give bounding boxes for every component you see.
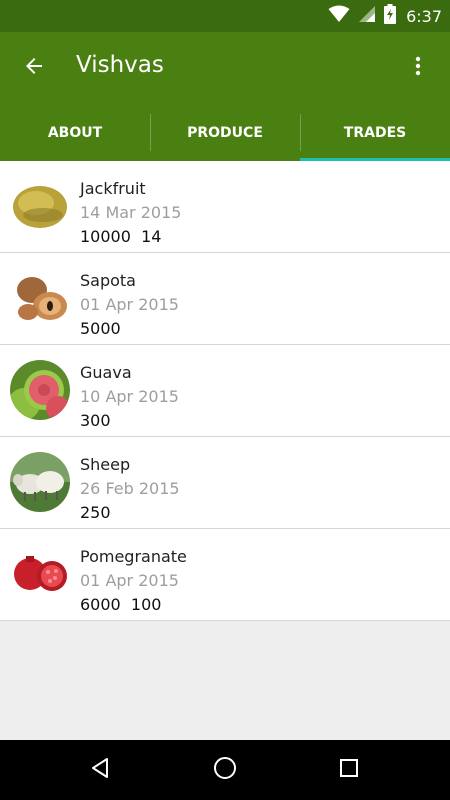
item-name: Pomegranate: [80, 547, 187, 566]
tab-trades[interactable]: TRADES: [300, 104, 450, 161]
nav-home-button[interactable]: [205, 750, 245, 790]
tab-label: ABOUT: [47, 124, 103, 141]
list-item[interactable]: Sapota 01 Apr 2015 5000: [0, 253, 450, 345]
sapota-image: [10, 268, 70, 328]
item-date: 01 Apr 2015: [80, 295, 179, 314]
list-item[interactable]: Sheep 26 Feb 2015 250: [0, 437, 450, 529]
tab-bar: ABOUT PRODUCE TRADES: [0, 104, 450, 161]
arrow-left-icon: [22, 54, 46, 82]
tab-label: PRODUCE: [187, 124, 263, 141]
item-values: 250: [80, 503, 111, 522]
tab-label: TRADES: [343, 124, 407, 141]
guava-image: [10, 360, 70, 420]
item-date: 14 Mar 2015: [80, 203, 182, 222]
signal-icon: [358, 5, 376, 27]
item-values: 6000 100: [80, 595, 162, 614]
overflow-menu-button[interactable]: [398, 48, 438, 88]
jackfruit-image: [10, 176, 70, 236]
recents-square-icon: [338, 757, 360, 783]
more-vert-icon: [406, 54, 430, 82]
app-bar: Vishvas: [0, 32, 450, 104]
system-nav-bar: [0, 740, 450, 800]
item-name: Jackfruit: [80, 179, 146, 198]
item-name: Sheep: [80, 455, 131, 474]
page-title: Vishvas: [76, 52, 164, 78]
pomegranate-image: [10, 544, 70, 604]
wifi-icon: [328, 5, 350, 27]
home-circle-icon: [213, 756, 237, 784]
item-date: 26 Feb 2015: [80, 479, 180, 498]
nav-back-button[interactable]: [80, 750, 120, 790]
tab-produce[interactable]: PRODUCE: [150, 104, 300, 161]
nav-recents-button[interactable]: [329, 750, 369, 790]
item-date: 01 Apr 2015: [80, 571, 179, 590]
sheep-image: [10, 452, 70, 512]
item-name: Guava: [80, 363, 132, 382]
list-item[interactable]: Guava 10 Apr 2015 300: [0, 345, 450, 437]
item-values: 5000: [80, 319, 121, 338]
item-date: 10 Apr 2015: [80, 387, 179, 406]
battery-charging-icon: [384, 4, 397, 28]
status-bar: 6:37: [0, 0, 450, 32]
list-item[interactable]: Pomegranate 01 Apr 2015 6000 100: [0, 529, 450, 621]
item-values: 300: [80, 411, 111, 430]
item-values: 10000 14: [80, 227, 162, 246]
status-icons: 6:37: [328, 0, 442, 32]
item-name: Sapota: [80, 271, 136, 290]
status-time: 6:37: [406, 6, 442, 26]
back-button[interactable]: [14, 48, 54, 88]
tab-about[interactable]: ABOUT: [0, 104, 150, 161]
list-item[interactable]: Jackfruit 14 Mar 2015 10000 14: [0, 161, 450, 253]
back-triangle-icon: [89, 757, 111, 783]
trades-list: Jackfruit 14 Mar 2015 10000 14 Sapota 01…: [0, 161, 450, 621]
